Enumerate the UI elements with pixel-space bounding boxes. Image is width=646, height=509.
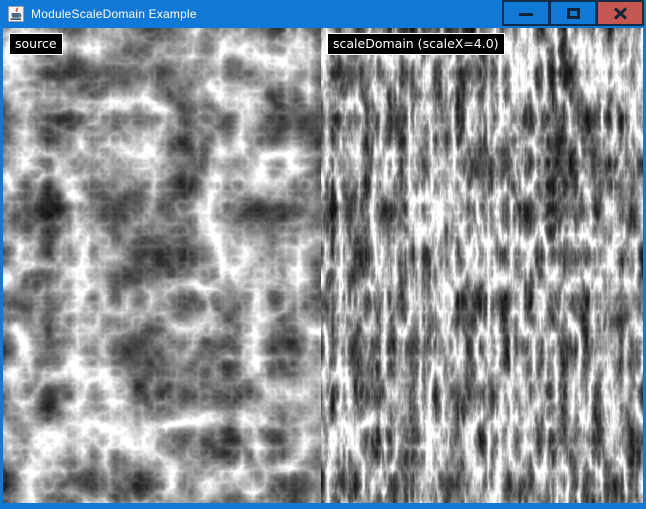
window-controls — [502, 0, 644, 26]
app-window: ModuleScaleDomain Example source scaleDo… — [0, 0, 646, 509]
minimize-button[interactable] — [502, 0, 550, 26]
source-label: source — [9, 33, 63, 55]
source-panel: source — [3, 28, 321, 503]
java-icon — [8, 6, 24, 22]
maximize-icon — [567, 8, 580, 19]
scale-domain-label: scaleDomain (scaleX=4.0) — [327, 33, 505, 55]
minimize-icon — [519, 13, 533, 16]
close-button[interactable] — [596, 0, 644, 26]
titlebar[interactable]: ModuleScaleDomain Example — [0, 0, 646, 28]
source-image — [3, 28, 321, 503]
window-title: ModuleScaleDomain Example — [31, 7, 197, 21]
scale-domain-image — [321, 28, 643, 503]
content-area: source scaleDomain (scaleX=4.0) — [0, 28, 646, 506]
close-icon — [613, 7, 628, 20]
scale-domain-panel: scaleDomain (scaleX=4.0) — [321, 28, 643, 503]
maximize-button[interactable] — [549, 0, 597, 26]
